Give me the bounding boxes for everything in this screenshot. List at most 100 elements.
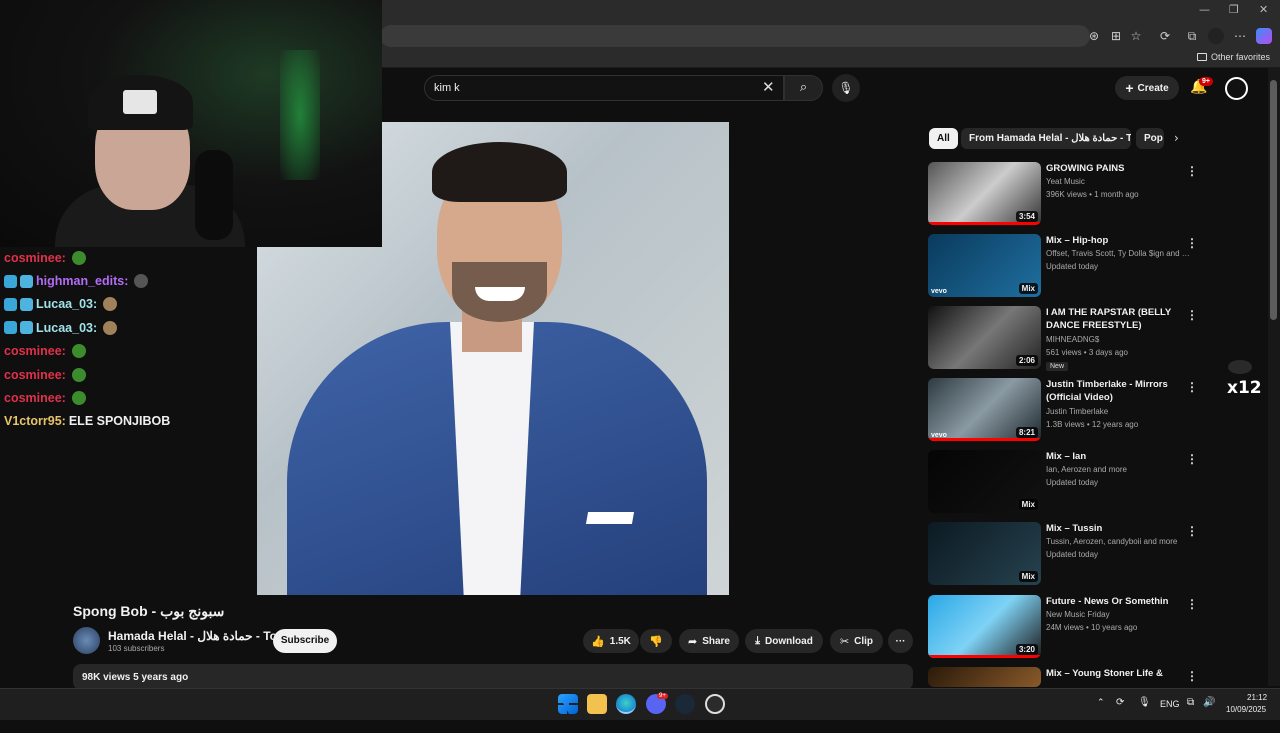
recommendation-channel[interactable]: Offset, Travis Scott, Ty Dolla $ign and … xyxy=(1046,249,1191,258)
close-window-button[interactable]: ✕ xyxy=(1259,3,1268,16)
clock-time[interactable]: 21:12 xyxy=(1247,693,1267,702)
recommendation-channel[interactable]: Justin Timberlake xyxy=(1046,407,1191,416)
other-favorites[interactable]: Other favorites xyxy=(1196,52,1270,62)
voice-search-button[interactable]: 🎙 xyxy=(832,74,860,102)
language-indicator[interactable]: ENG xyxy=(1160,699,1180,709)
chat-emote-icon xyxy=(71,391,86,406)
more-menu-icon[interactable]: ⋯ xyxy=(1232,28,1248,44)
chip-all[interactable]: All xyxy=(929,128,958,149)
volume-icon[interactable]: 🔊 xyxy=(1203,697,1215,708)
chat-username[interactable]: Lucaa_03: xyxy=(36,297,97,311)
extensions-icon[interactable]: ⟳ xyxy=(1157,28,1173,44)
chat-username[interactable]: highman_edits: xyxy=(36,274,128,288)
search-button[interactable]: ⌕ xyxy=(784,75,823,101)
watch-progress-bar xyxy=(928,222,1041,225)
subscribe-button[interactable]: Subscribe xyxy=(273,629,337,653)
green-light xyxy=(280,50,320,180)
recommendation-channel[interactable]: Yeat Music xyxy=(1046,177,1191,186)
network-icon[interactable]: ⧉ xyxy=(1187,697,1194,708)
recommendation-item[interactable]: Mix vevo Mix – Hip-hop Offset, Travis Scott… xyxy=(928,234,1198,300)
more-options-icon[interactable]: ⋮ xyxy=(1186,236,1198,250)
dislike-button[interactable]: 👎 xyxy=(640,629,672,653)
recommendation-thumbnail[interactable] xyxy=(928,667,1041,687)
chevron-up-icon[interactable]: ⌃ xyxy=(1097,698,1105,708)
chip-from-channel[interactable]: From Hamada Helal - حمادة هلال - Topic xyxy=(961,128,1131,149)
more-options-icon[interactable]: ⋮ xyxy=(1186,452,1198,466)
more-actions-button[interactable]: ··· xyxy=(888,629,913,653)
account-avatar[interactable] xyxy=(1225,77,1248,100)
translate-icon[interactable]: ⊛ xyxy=(1086,28,1102,44)
recommendation-title[interactable]: Mix – Ian xyxy=(1046,450,1186,463)
recommendation-item[interactable]: 3:20 Future - News Or Somethin New Music F… xyxy=(928,595,1198,661)
recommendation-thumbnail[interactable]: Mix vevo xyxy=(928,234,1041,297)
clear-search-icon[interactable]: ✕ xyxy=(762,78,775,96)
obs-icon[interactable] xyxy=(705,694,725,714)
scrollbar-thumb[interactable] xyxy=(1270,80,1277,320)
recommendation-thumbnail[interactable]: Mix xyxy=(928,522,1041,585)
download-button[interactable]: ⤓ Download xyxy=(745,629,823,653)
recommendation-title[interactable]: I AM THE RAPSTAR (BELLY DANCE FREESTYLE) xyxy=(1046,306,1186,332)
recommendation-title[interactable]: GROWING PAINS xyxy=(1046,162,1186,175)
search-query: kim k xyxy=(434,82,460,94)
clip-button[interactable]: ✂ Clip xyxy=(830,629,883,653)
chat-username[interactable]: cosminee: xyxy=(4,344,66,358)
steam-icon[interactable] xyxy=(675,694,695,714)
search-input[interactable] xyxy=(424,75,784,101)
recommendation-channel[interactable]: Tussin, Aerozen, candyboii and more xyxy=(1046,537,1191,546)
chat-username[interactable]: cosminee: xyxy=(4,251,66,265)
recommendation-title[interactable]: Mix – Tussin xyxy=(1046,522,1186,535)
chat-username[interactable]: Lucaa_03: xyxy=(36,321,97,335)
split-screen-icon[interactable]: ⊞ xyxy=(1108,28,1124,44)
like-button[interactable]: 👍 1.5K xyxy=(583,629,639,653)
share-button[interactable]: ➦ Share xyxy=(679,629,739,653)
chevron-right-icon[interactable]: › xyxy=(1174,131,1179,145)
recommendation-title[interactable]: Mix – Young Stoner Life & xyxy=(1046,667,1186,680)
channel-avatar[interactable] xyxy=(73,627,100,654)
recommendation-item[interactable]: 3:54 GROWING PAINS Yeat Music 396K views • … xyxy=(928,162,1198,228)
more-options-icon[interactable]: ⋮ xyxy=(1186,524,1198,538)
chat-username[interactable]: cosminee: xyxy=(4,368,66,382)
create-button[interactable]: + Create xyxy=(1115,76,1179,100)
recommendation-channel[interactable]: MIHNEADNG$ xyxy=(1046,335,1191,344)
recommendation-channel[interactable]: New Music Friday xyxy=(1046,610,1191,619)
collections-icon[interactable]: ⧉ xyxy=(1184,28,1200,44)
more-options-icon[interactable]: ⋮ xyxy=(1186,308,1198,322)
recommendation-item[interactable]: Mix Mix – Tussin Tussin, Aerozen, candyboi… xyxy=(928,522,1198,588)
recommendation-thumbnail[interactable]: 8:21 vevo xyxy=(928,378,1041,441)
more-options-icon[interactable]: ⋮ xyxy=(1186,164,1198,178)
clock-date[interactable]: 10/09/2025 xyxy=(1226,705,1266,714)
recommendation-thumbnail[interactable]: 3:20 xyxy=(928,595,1041,658)
vevo-logo: vevo xyxy=(931,288,947,295)
mic-tray-icon[interactable]: 🎙 xyxy=(1138,697,1151,708)
chat-username[interactable]: cosminee: xyxy=(4,391,66,405)
chat-message: cosminee: xyxy=(0,386,255,409)
edge-browser-icon[interactable] xyxy=(616,694,636,714)
favorite-star-icon[interactable]: ☆ xyxy=(1128,28,1144,44)
profile-icon[interactable] xyxy=(1208,28,1224,44)
channel-name[interactable]: Hamada Helal - حمادة هلال - Topic xyxy=(108,629,294,643)
recommendation-item[interactable]: 2:06 I AM THE RAPSTAR (BELLY DANCE FREEST… xyxy=(928,306,1198,372)
address-bar[interactable] xyxy=(380,25,1090,47)
chat-username[interactable]: V1ctorr95: xyxy=(4,414,66,428)
recommendation-thumbnail[interactable]: 3:54 xyxy=(928,162,1041,225)
search-icon: ⌕ xyxy=(799,80,808,95)
copilot-icon[interactable] xyxy=(1256,28,1272,44)
more-options-icon[interactable]: ⋮ xyxy=(1186,597,1198,611)
recommendation-thumbnail[interactable]: 2:06 xyxy=(928,306,1041,369)
recommendation-title[interactable]: Justin Timberlake - Mirrors (Official Vi… xyxy=(1046,378,1186,404)
chip-pop[interactable]: Pop xyxy=(1136,128,1164,149)
more-options-icon[interactable]: ⋮ xyxy=(1186,380,1198,394)
maximize-button[interactable]: ❐ xyxy=(1229,3,1239,16)
recommendation-title[interactable]: Mix – Hip-hop xyxy=(1046,234,1186,247)
more-options-icon[interactable]: ⋮ xyxy=(1186,669,1198,683)
file-explorer-icon[interactable] xyxy=(587,694,607,714)
sync-icon[interactable]: ⟳ xyxy=(1116,697,1124,708)
recommendation-item[interactable]: Mix Mix – Ian Ian, Aerozen and more Updated… xyxy=(928,450,1198,516)
recommendation-item[interactable]: 8:21 vevo Justin Timberlake - Mirrors (Off… xyxy=(928,378,1198,444)
description-box[interactable] xyxy=(73,664,913,690)
recommendation-channel[interactable]: Ian, Aerozen and more xyxy=(1046,465,1191,474)
minimize-button[interactable]: — xyxy=(1199,3,1210,16)
recommendation-title[interactable]: Future - News Or Somethin xyxy=(1046,595,1186,608)
recommendation-meta: 561 views • 3 days ago xyxy=(1046,348,1128,357)
recommendation-thumbnail[interactable]: Mix xyxy=(928,450,1041,513)
